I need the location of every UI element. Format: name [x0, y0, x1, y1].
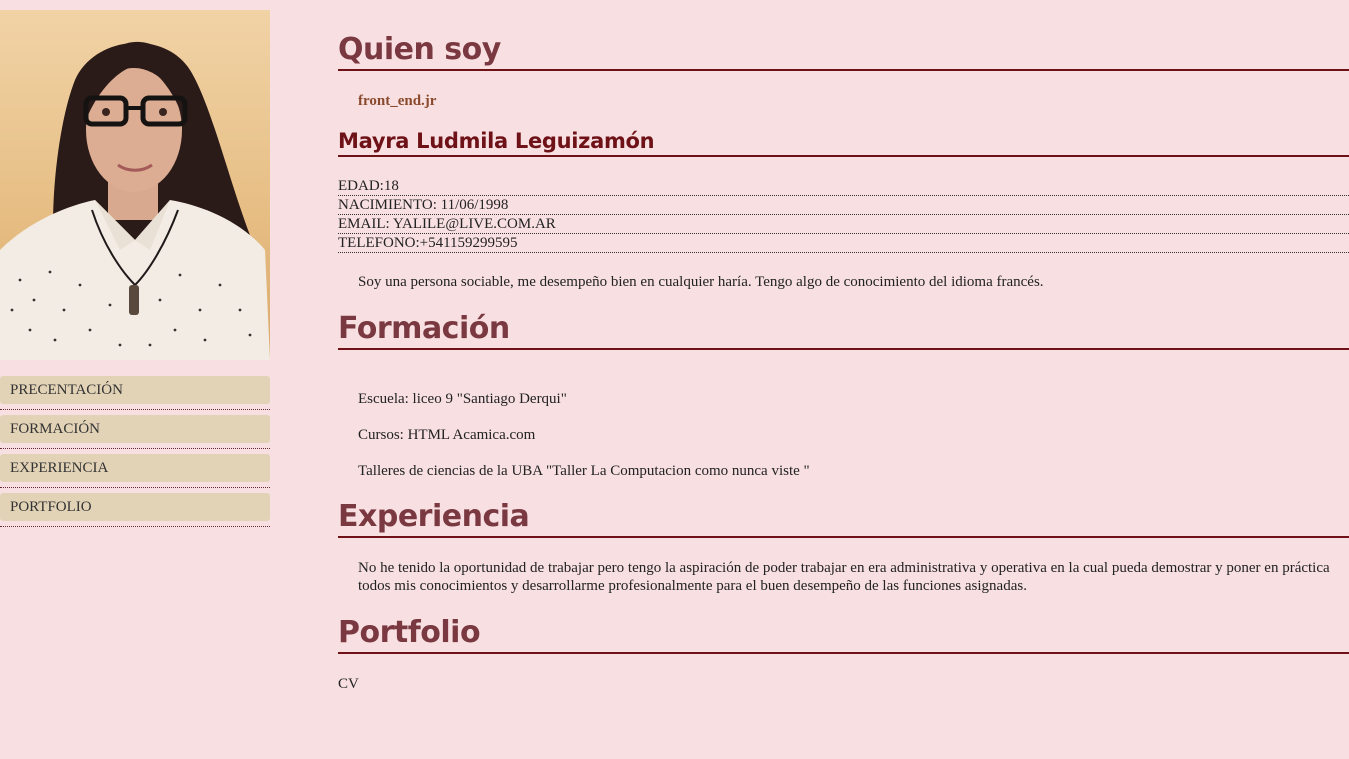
nav-item-formacion[interactable]: FORMACIÓN — [0, 415, 270, 449]
nav-item-portfolio[interactable]: PORTFOLIO — [0, 493, 270, 527]
person-name: Mayra Ludmila Leguizamón — [338, 128, 1349, 157]
portfolio-heading: Portfolio — [338, 616, 1349, 654]
nav-item-experiencia[interactable]: EXPERIENCIA — [0, 454, 270, 488]
education-school: Escuela: liceo 9 "Santiago Derqui" — [358, 391, 567, 407]
fact-age: EDAD:18 — [338, 177, 1349, 196]
fact-birth: NACIMIENTO: 11/06/1998 — [338, 196, 1349, 215]
about-heading: Quien soy — [338, 33, 1349, 71]
fact-phone: TELEFONO:+541159299595 — [338, 234, 1349, 253]
education-heading: Formación — [338, 312, 1349, 350]
education-workshops: Talleres de ciencias de la UBA "Taller L… — [358, 463, 810, 479]
fact-email: EMAIL: YALILE@LIVE.COM.AR — [338, 215, 1349, 234]
main-content: Quien soy front_end.jr Mayra Ludmila Leg… — [338, 0, 1349, 693]
education-section: Formación Escuela: liceo 9 "Santiago Der… — [338, 312, 1349, 480]
education-courses: Cursos: HTML Acamica.com — [358, 427, 536, 443]
nav-menu: PRECENTACIÓN FORMACIÓN EXPERIENCIA PORTF… — [0, 376, 270, 527]
experience-section: Experiencia No he tenido la oportunidad … — [338, 500, 1349, 595]
profile-photo-illustration — [0, 41, 270, 360]
profile-photo — [0, 10, 270, 360]
portfolio-section: Portfolio CV — [338, 616, 1349, 693]
role-label: front_end.jr — [358, 93, 437, 109]
experience-heading: Experiencia — [338, 500, 1349, 538]
experience-text: No he tenido la oportunidad de trabajar … — [358, 560, 1330, 594]
about-section: Quien soy front_end.jr Mayra Ludmila Leg… — [338, 33, 1349, 291]
sidebar: PRECENTACIÓN FORMACIÓN EXPERIENCIA PORTF… — [0, 10, 270, 537]
about-description: Soy una persona sociable, me desempeño b… — [358, 274, 1044, 290]
nav-item-presentacion[interactable]: PRECENTACIÓN — [0, 376, 270, 410]
personal-facts: EDAD:18 NACIMIENTO: 11/06/1998 EMAIL: YA… — [338, 177, 1349, 253]
cv-link[interactable]: CV — [338, 676, 1349, 693]
